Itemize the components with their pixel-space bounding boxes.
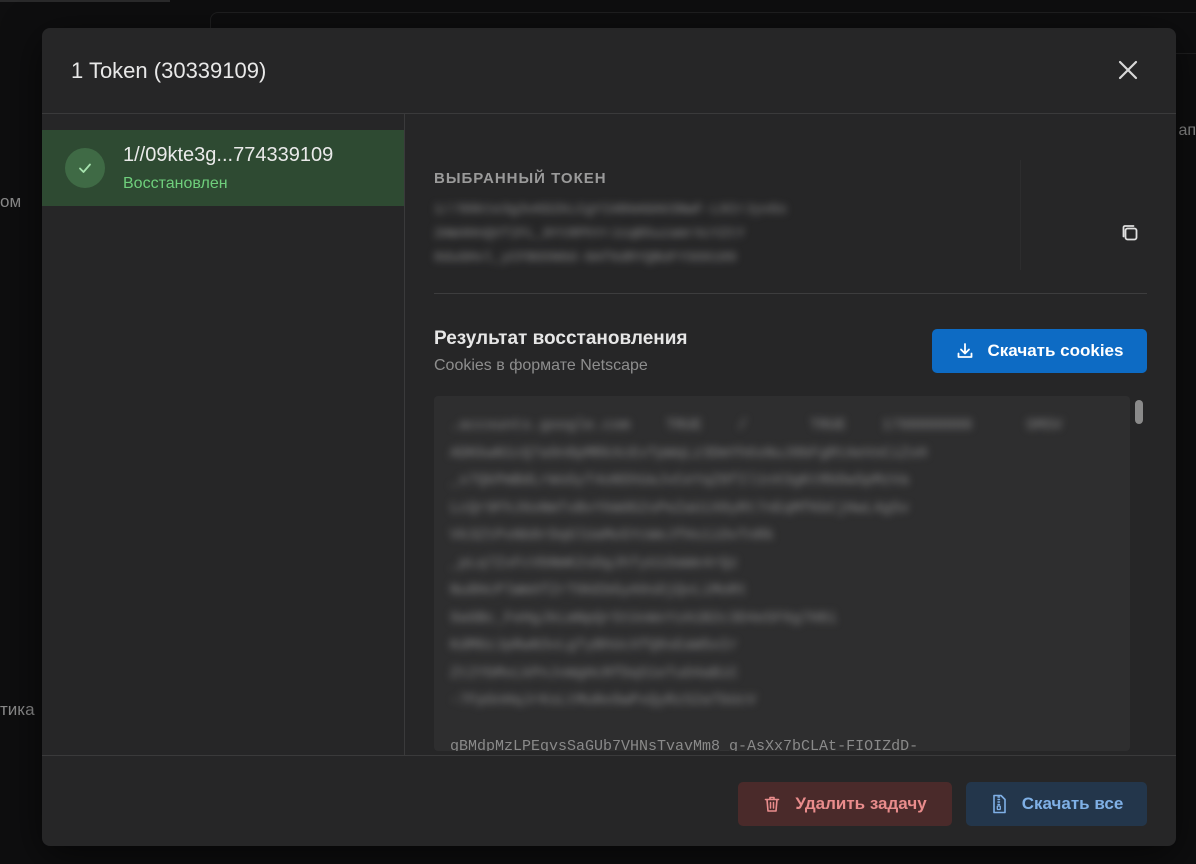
cookies-output[interactable]: .accounts.google.com TRUE / TRUE 1788888… bbox=[434, 396, 1130, 751]
download-cookies-button[interactable]: Скачать cookies bbox=[932, 329, 1147, 373]
modal-header: 1 Token (30339109) bbox=[42, 28, 1176, 114]
download-all-label: Скачать все bbox=[1021, 794, 1124, 813]
section-divider bbox=[434, 293, 1147, 294]
modal-title: 1 Token (30339109) bbox=[71, 58, 267, 83]
token-list-item[interactable]: 1//09kte3g...774339109 Восстановлен bbox=[42, 130, 404, 206]
trash-icon bbox=[765, 796, 780, 812]
token-list: 1//09kte3g...774339109 Восстановлен bbox=[42, 114, 405, 755]
token-modal: 1 Token (30339109) 1//09kte3g...77433910… bbox=[42, 28, 1176, 846]
divider bbox=[1020, 160, 1021, 270]
result-subtitle: Cookies в формате Netscape bbox=[434, 357, 648, 374]
token-details: ВЫБРАННЫЙ ТОКЕН 1//09kte3g3vKD2kLCgYIARA… bbox=[405, 114, 1176, 755]
download-all-button[interactable]: Скачать все bbox=[966, 782, 1147, 826]
background-text-right: ап bbox=[1178, 122, 1196, 139]
copy-icon bbox=[1122, 225, 1138, 241]
modal-footer: Удалить задачу Скачать все bbox=[42, 755, 1176, 846]
modal-body: 1//09kte3g...774339109 Восстановлен ВЫБР… bbox=[42, 114, 1176, 755]
cookies-text-last-line: gBMdpMzLPEqvsSaGUb7VHNsTvavMm8_g-AsXx7bC… bbox=[450, 738, 919, 751]
token-status: Восстановлен bbox=[123, 175, 228, 192]
status-badge bbox=[65, 148, 105, 188]
copy-token-button[interactable] bbox=[1119, 222, 1141, 244]
delete-task-button[interactable]: Удалить задачу bbox=[738, 782, 952, 826]
background-text-top-left: ом bbox=[0, 192, 22, 211]
background-divider bbox=[0, 0, 170, 2]
cookies-text: .accounts.google.com TRUE / TRUE 1788888… bbox=[450, 417, 1063, 709]
check-icon bbox=[79, 163, 91, 173]
delete-task-label: Удалить задачу bbox=[795, 794, 927, 813]
close-button[interactable] bbox=[1116, 58, 1140, 82]
zip-file-icon bbox=[992, 794, 1006, 814]
close-icon bbox=[1118, 60, 1138, 80]
result-title: Результат восстановления bbox=[434, 328, 688, 349]
background-text-bottom-left: тика bbox=[0, 700, 35, 719]
token-name: 1//09kte3g...774339109 bbox=[123, 144, 334, 166]
selected-token-value: 1//09kte3g3vKD2kLCgYIARAAGAkSNwF-L9IrJyv… bbox=[434, 202, 787, 266]
download-cookies-label: Скачать cookies bbox=[987, 341, 1124, 360]
download-icon bbox=[957, 343, 972, 358]
cookies-scrollbar[interactable] bbox=[1135, 400, 1143, 424]
selected-token-label: ВЫБРАННЫЙ ТОКЕН bbox=[434, 170, 607, 187]
